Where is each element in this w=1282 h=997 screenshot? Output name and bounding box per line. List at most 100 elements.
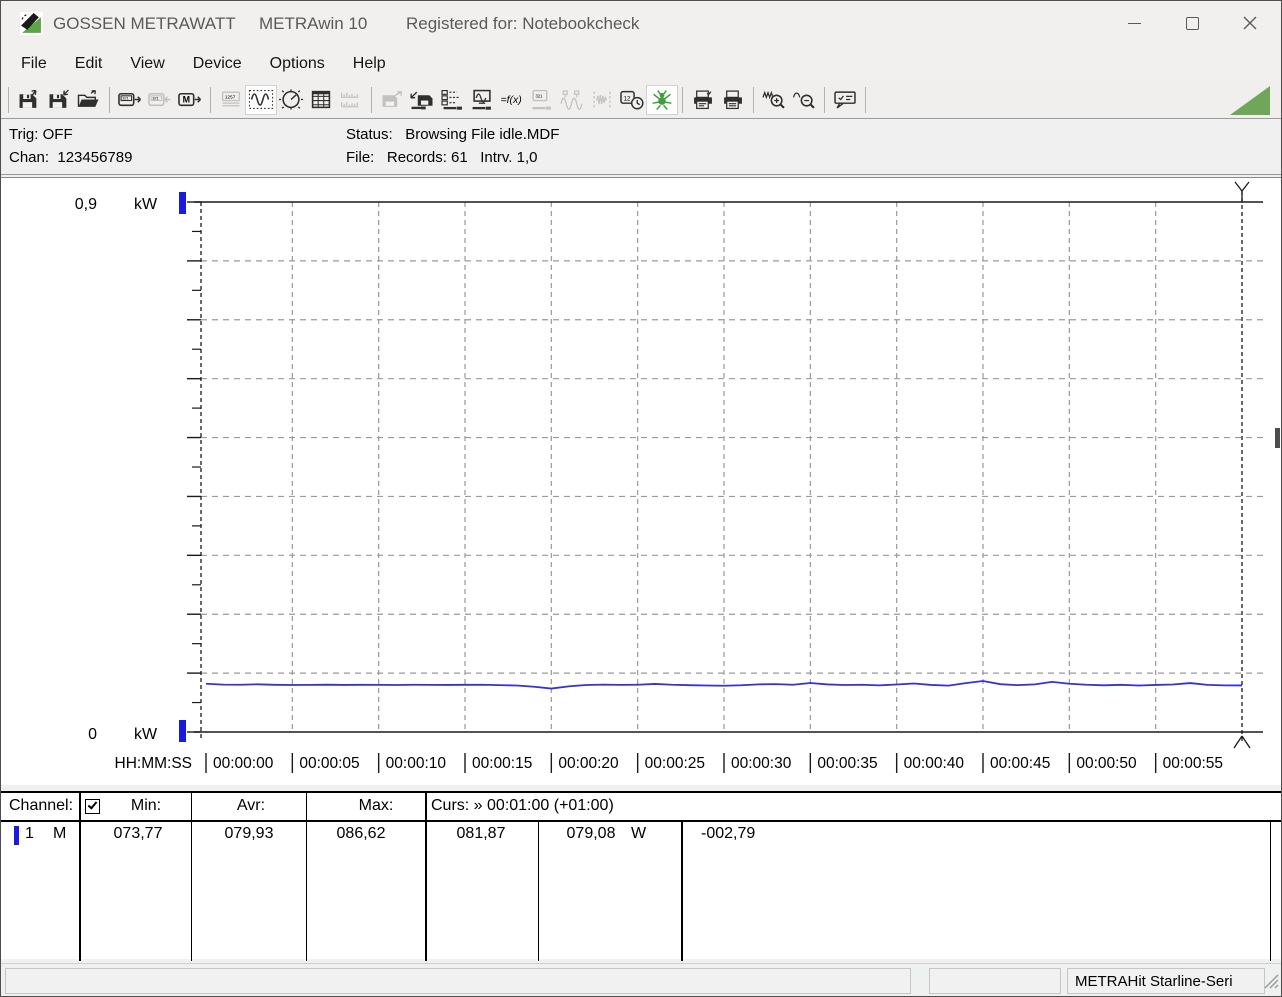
metrawin-corner-logo	[1230, 84, 1270, 120]
resize-grip[interactable]	[1263, 973, 1279, 994]
maximize-icon	[1186, 17, 1199, 30]
channel-number[interactable]: 1	[25, 825, 34, 843]
x-tick-label: 00:00:40	[904, 755, 965, 772]
toolbar-separator	[824, 87, 825, 113]
toolbar-zoom-in-button[interactable]	[759, 86, 789, 114]
toolbar-device-settings-button: 321	[527, 86, 557, 114]
toolbar-time-settings-button[interactable]: 12	[617, 86, 647, 114]
status-value: Browsing File idle.MDF	[405, 126, 559, 143]
product-name: METRAwin 10	[259, 14, 367, 34]
statusbar-device-panel: METRAHit Starline-Seri	[1067, 968, 1265, 994]
chan-value: 123456789	[57, 149, 132, 166]
toolbar-web-live-button[interactable]	[647, 86, 677, 114]
status-bar: METRAHit Starline-Seri	[1, 963, 1281, 996]
svg-text:321: 321	[122, 96, 129, 101]
minimize-button[interactable]	[1105, 1, 1163, 45]
x-tick-label: 00:00:50	[1076, 755, 1137, 772]
file-label: File:	[346, 149, 374, 166]
open-file-icon	[76, 89, 102, 110]
toolbar-formula-button[interactable]: =f(x)	[497, 86, 527, 114]
view-curve-icon	[248, 89, 274, 110]
read-device-icon: 321	[117, 89, 143, 110]
menu-options[interactable]: Options	[256, 51, 339, 77]
x-tick-label: 00:00:10	[386, 755, 447, 772]
save-file-icon	[16, 89, 42, 110]
x-tick-label: 00:00:30	[731, 755, 792, 772]
toolbar-save-file-button[interactable]	[14, 86, 44, 114]
notes-icon	[832, 89, 858, 110]
toolbar-open-file-button[interactable]	[74, 86, 104, 114]
zoom-out-icon	[791, 89, 817, 110]
toolbar-read-device-button[interactable]: 321	[115, 86, 145, 114]
minimize-icon	[1128, 23, 1141, 24]
toolbar-pulse-settings-button	[587, 86, 617, 114]
zoom-in-icon	[761, 89, 787, 110]
svg-text:321: 321	[535, 94, 543, 99]
toolbar-separator	[682, 87, 683, 113]
toolbar-zoom-out-button[interactable]	[789, 86, 819, 114]
web-live-icon	[649, 89, 675, 110]
toolbar-notes-button[interactable]	[830, 86, 860, 114]
display-settings-icon	[469, 89, 495, 110]
channel1-range-marker-bottom	[179, 720, 186, 742]
view-table-icon	[308, 89, 334, 110]
cell-cursor1: 081,87	[446, 825, 516, 843]
app-logo-icon	[20, 12, 43, 40]
svg-text:=f(x): =f(x)	[500, 94, 521, 106]
file-records: Records: 61	[387, 149, 468, 166]
view-pointer-icon	[278, 89, 304, 110]
cycle-settings-icon	[559, 89, 585, 110]
col-header-avr: Avr:	[216, 797, 286, 815]
axis-ticks	[187, 202, 201, 732]
channel-mode: M	[53, 825, 66, 843]
formula-icon: =f(x)	[499, 89, 525, 110]
save-settings-icon	[409, 89, 435, 110]
x-axis-tick-labels: 00:00:0000:00:0500:00:1000:00:1500:00:20…	[206, 753, 1223, 773]
toolbar-display-settings-button[interactable]	[467, 86, 497, 114]
menu-device[interactable]: Device	[179, 51, 256, 77]
title-bar: GOSSEN METRAWATT METRAwin 10 Registered …	[1, 1, 1281, 46]
x-tick-label: 00:00:15	[472, 755, 532, 772]
toolbar-buttons: 321 321 M 1257 =f(x) 321 12	[3, 86, 871, 114]
chart-splitter-handle[interactable]	[1275, 428, 1280, 448]
toolbar: 321 321 M 1257 =f(x) 321 12	[1, 81, 1281, 118]
print-preview-icon	[690, 89, 716, 110]
pulse-settings-icon	[589, 89, 615, 110]
toolbar-view-pointer-button[interactable]	[276, 86, 306, 114]
cursor-top-marker	[1235, 182, 1249, 202]
toolbar-print-button[interactable]	[718, 86, 748, 114]
read-memory-icon: M	[177, 89, 203, 110]
x-tick-label: 00:00:35	[817, 755, 877, 772]
toolbar-save-file-as-button[interactable]	[44, 86, 74, 114]
toolbar-print-preview-button[interactable]	[688, 86, 718, 114]
y-min-label: 0	[88, 726, 97, 743]
toolbar-read-memory-button[interactable]: M	[175, 86, 205, 114]
channel-visibility-checkbox[interactable]	[85, 799, 100, 814]
toolbar-view-table-button[interactable]	[306, 86, 336, 114]
chart-panel: 0,9 kW 0 kW HH:MM:SS 00:00:0000:00:050	[1, 177, 1281, 785]
toolbar-channel-settings-button[interactable]	[437, 86, 467, 114]
menu-edit[interactable]: Edit	[61, 51, 117, 77]
toolbar-separator	[210, 87, 211, 113]
statusbar-aux-panel	[929, 968, 1061, 994]
close-button[interactable]	[1221, 1, 1279, 45]
menu-file[interactable]: File	[7, 51, 61, 77]
menu-help[interactable]: Help	[339, 51, 400, 77]
toolbar-view-curve-button[interactable]	[246, 86, 276, 114]
maximize-button[interactable]	[1163, 1, 1221, 45]
svg-text:321: 321	[152, 96, 159, 101]
chan-label: Chan:	[9, 149, 49, 166]
toolbar-view-histogram-button	[336, 86, 366, 114]
cell-cursor2: 079,08	[556, 825, 626, 843]
view-histogram-icon	[338, 89, 364, 110]
cell-unit: W	[631, 825, 646, 843]
menu-view[interactable]: View	[116, 51, 178, 77]
toolbar-save-settings-button[interactable]	[407, 86, 437, 114]
status-label: Status:	[346, 126, 393, 143]
live-display-icon: 1257	[218, 89, 244, 110]
device-name: METRAHit Starline-Seri	[1075, 973, 1233, 990]
toolbar-separator	[109, 87, 110, 113]
send-device-icon: 321	[147, 89, 173, 110]
chart-cursor[interactable]	[1234, 182, 1250, 748]
cell-max: 086,62	[326, 825, 396, 843]
